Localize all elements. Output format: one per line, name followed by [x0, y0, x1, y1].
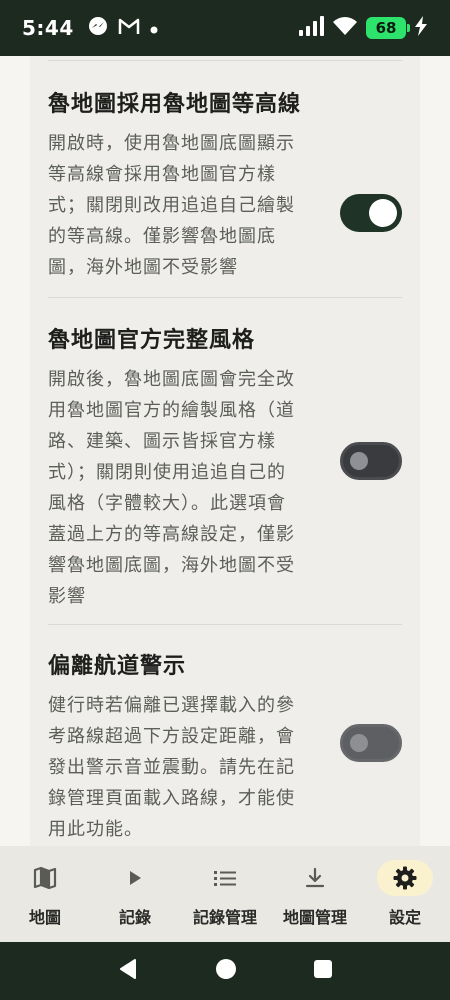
contour-lines-toggle[interactable]	[340, 194, 402, 232]
nav-label: 記錄	[118, 908, 151, 927]
setting-off-route-warning: 偏離航道警示 健行時若偏離已選擇載入的參 考路線超過下方設定距離，會 發出警示音…	[48, 652, 402, 845]
toggle-knob	[350, 734, 368, 752]
desc-line: 錄管理頁面載入路線，才能使	[48, 788, 295, 809]
desc-line: 路、建築、圖示皆採官方樣	[48, 431, 276, 452]
nav-label: 記錄管理	[192, 908, 257, 927]
nav-record-management[interactable]: 記錄管理	[180, 846, 270, 942]
setting-title: 偏離航道警示	[48, 654, 187, 679]
list-icon	[197, 860, 253, 896]
toggle-knob	[350, 452, 368, 470]
download-icon	[287, 860, 343, 896]
messenger-icon	[88, 16, 108, 40]
desc-line: 開啟後，魯地圖底圖會完全改	[48, 369, 295, 390]
desc-line: 等高線會採用魯地圖官方樣	[48, 164, 276, 185]
dot-icon	[150, 19, 158, 38]
nav-label: 地圖管理	[282, 908, 347, 927]
recents-icon[interactable]	[313, 959, 333, 983]
battery-icon: 68	[366, 17, 410, 39]
desc-line: 影響	[48, 586, 86, 607]
setting-title: 魯地圖採用魯地圖等高線	[48, 92, 302, 117]
setting-description: 開啟時，使用魯地圖底圖顯示 等高線會採用魯地圖官方樣 式；關閉則改用追追自己繪製…	[48, 128, 318, 283]
desc-line: 用此功能。	[48, 819, 143, 840]
settings-content: 魯地圖採用魯地圖等高線 開啟時，使用魯地圖底圖顯示 等高線會採用魯地圖官方樣 式…	[0, 56, 450, 846]
nav-map[interactable]: 地圖	[0, 846, 90, 942]
desc-line: 式）；關閉則使用追追自己的	[48, 462, 286, 483]
desc-line: 考路線超過下方設定距離，會	[48, 726, 295, 747]
divider	[48, 297, 402, 298]
nav-settings[interactable]: 設定	[360, 846, 450, 942]
home-icon[interactable]	[214, 957, 238, 985]
nav-record[interactable]: 記錄	[90, 846, 180, 942]
desc-line: 發出警示音並震動。請先在記	[48, 757, 295, 778]
gmail-icon	[118, 17, 140, 39]
battery-level: 68	[375, 19, 397, 37]
desc-line: 健行時若偏離已選擇載入的參	[48, 695, 295, 716]
divider	[48, 60, 402, 61]
signal-icon	[298, 16, 324, 40]
desc-line: 圖，海外地圖不受影響	[48, 257, 238, 278]
nav-label: 地圖	[28, 908, 61, 927]
desc-line: 的等高線。僅影響魯地圖底	[48, 226, 276, 247]
wifi-icon	[332, 16, 358, 40]
system-nav-bar	[0, 942, 450, 1000]
setting-description: 開啟後，魯地圖底圖會完全改 用魯地圖官方的繪製風格（道 路、建築、圖示皆採官方樣…	[48, 364, 318, 612]
map-icon	[17, 860, 73, 896]
setting-title: 魯地圖官方完整風格	[48, 328, 256, 353]
off-route-warning-toggle[interactable]	[340, 724, 402, 762]
desc-line: 式；關閉則改用追追自己繪製	[48, 195, 295, 216]
toggle-knob	[369, 199, 397, 227]
status-bar: 5:44 68	[0, 0, 450, 56]
desc-line: 響魯地圖底圖，海外地圖不受	[48, 555, 295, 576]
charging-icon	[414, 16, 428, 40]
back-icon[interactable]	[117, 958, 139, 984]
desc-line: 開啟時，使用魯地圖底圖顯示	[48, 133, 295, 154]
divider	[48, 624, 402, 625]
setting-description: 健行時若偏離已選擇載入的參 考路線超過下方設定距離，會 發出警示音並震動。請先在…	[48, 690, 318, 845]
nav-label: 設定	[388, 908, 421, 927]
setting-official-style: 魯地圖官方完整風格 開啟後，魯地圖底圖會完全改 用魯地圖官方的繪製風格（道 路、…	[48, 326, 402, 612]
desc-line: 風格（字體較大）。此選項會	[48, 493, 286, 514]
gear-icon	[377, 860, 433, 896]
desc-line: 用魯地圖官方的繪製風格（道	[48, 400, 295, 421]
setting-contour-lines: 魯地圖採用魯地圖等高線 開啟時，使用魯地圖底圖顯示 等高線會採用魯地圖官方樣 式…	[48, 90, 402, 283]
status-time: 5:44	[22, 16, 74, 40]
play-icon	[107, 860, 163, 896]
official-style-toggle[interactable]	[340, 442, 402, 480]
nav-map-management[interactable]: 地圖管理	[270, 846, 360, 942]
desc-line: 蓋過上方的等高線設定，僅影	[48, 524, 295, 545]
bottom-nav: 地圖 記錄 記錄管理 地圖管理 設定	[0, 846, 450, 942]
